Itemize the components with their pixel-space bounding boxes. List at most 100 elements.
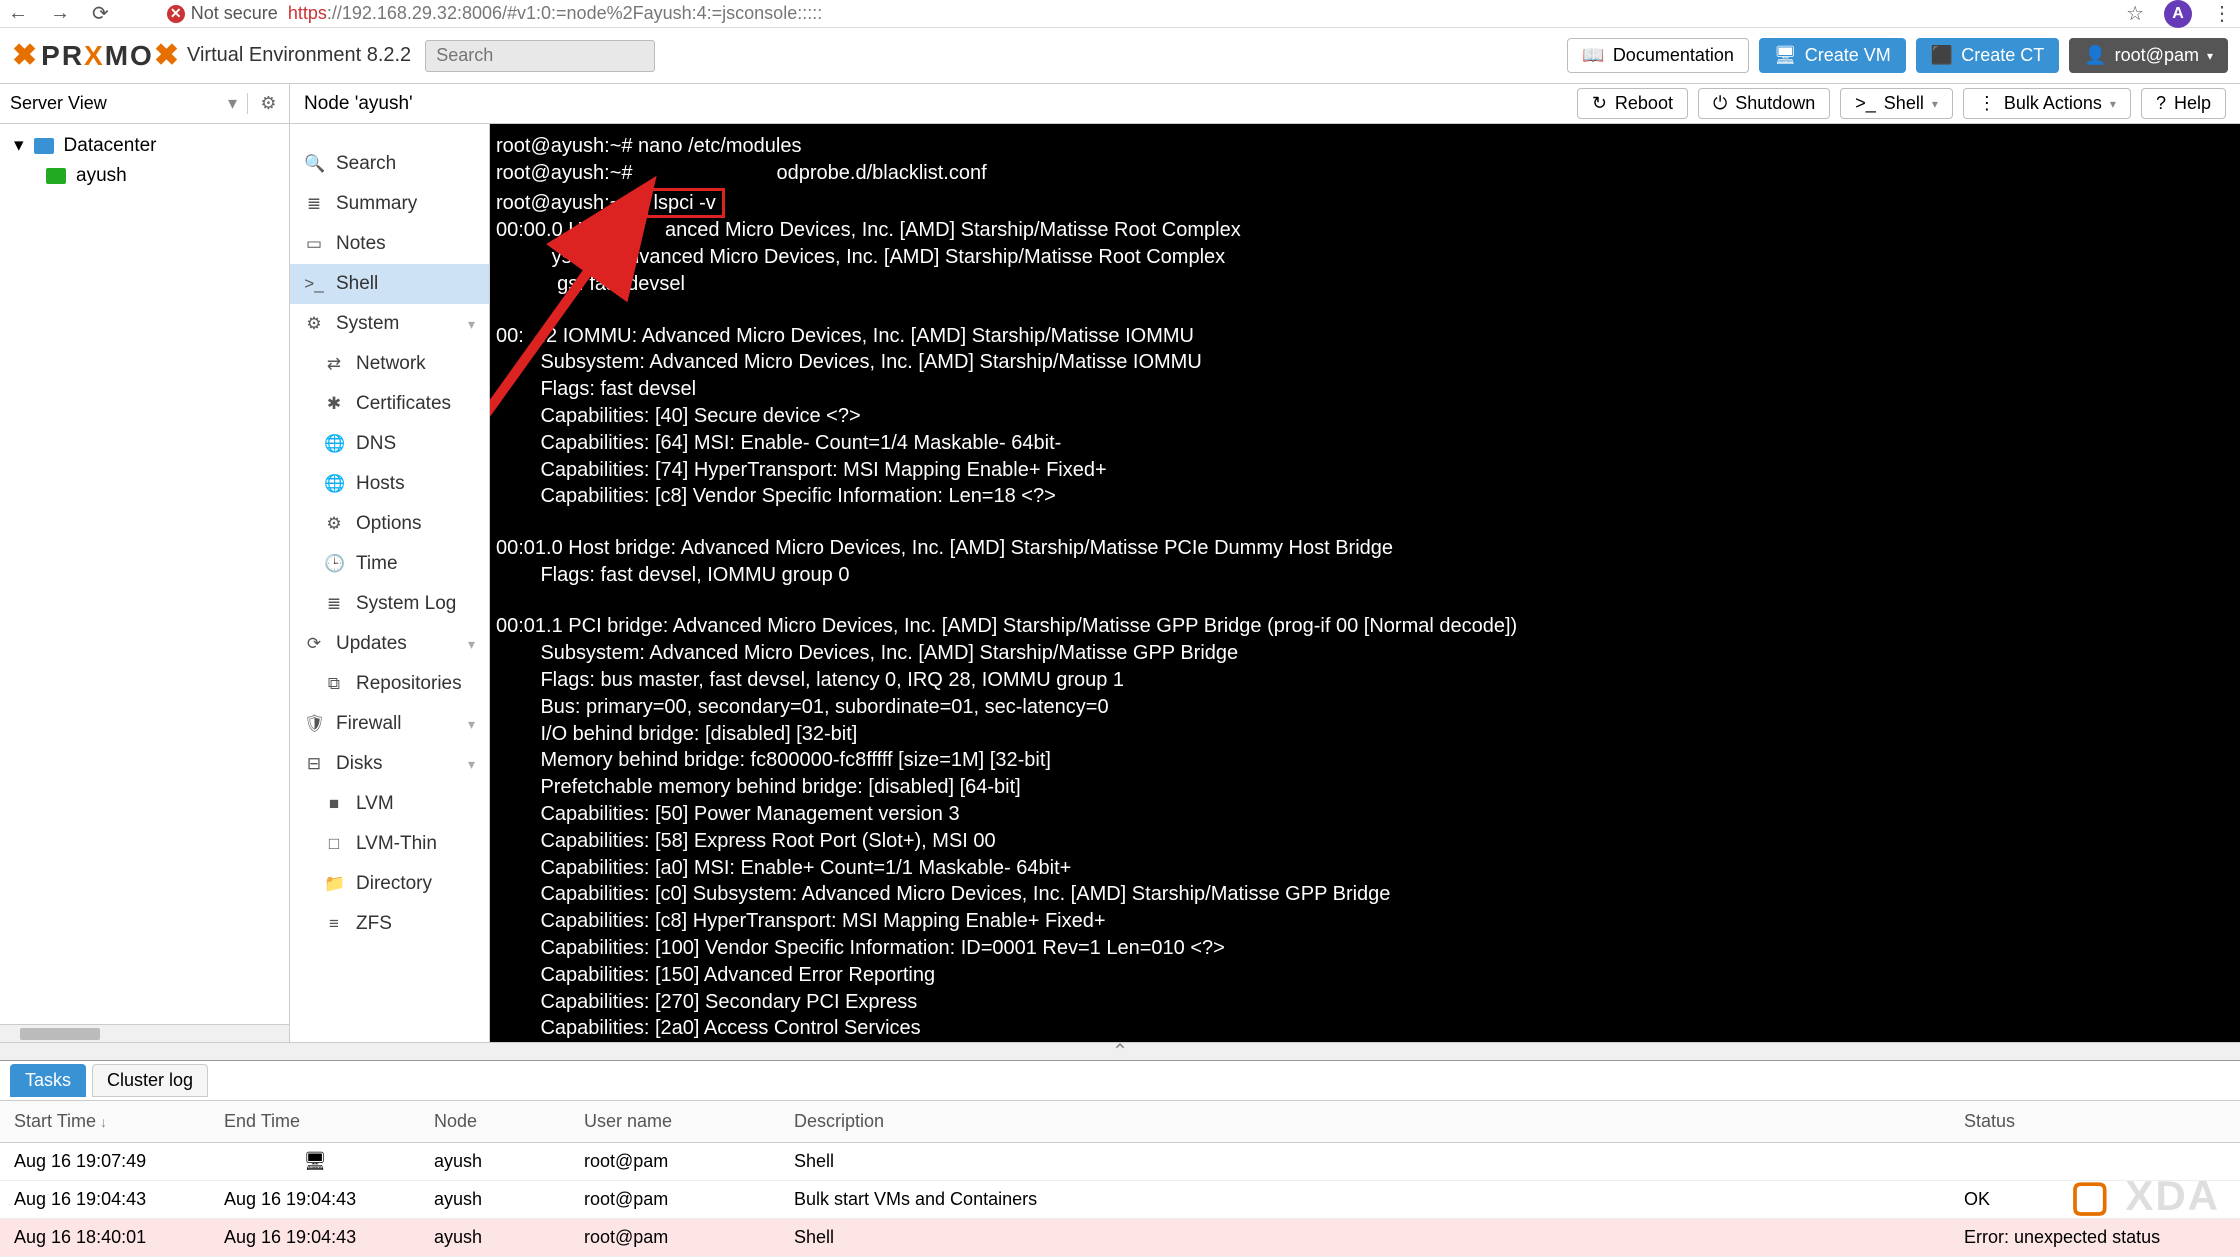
menu-notes[interactable]: ▭Notes [290,224,489,264]
square-outline-icon: □ [324,834,344,854]
back-icon[interactable]: ← [8,2,28,25]
cert-icon: ✱ [324,394,344,414]
menu-disks[interactable]: ⊟Disks▾ [290,744,489,784]
url-bar[interactable]: https://192.168.29.32:8006/#v1:0:=node%2… [288,3,822,24]
chevron-down-icon: ▾ [468,756,475,773]
table-row[interactable]: Aug 16 19:07:49🖥ayushroot@pamShell [0,1143,2240,1181]
datacenter-icon [34,138,54,154]
menu-icon[interactable]: ⋮ [2212,1,2232,26]
menu-search[interactable]: 🔍Search [290,144,489,184]
left-panel: Server View ▾ ⚙ ▾ Datacenter ayush [0,84,290,1042]
terminal-icon: >_ [304,274,324,294]
shell-console[interactable]: root@ayush:~# nano /etc/modules root@ayu… [490,124,2240,1042]
reboot-icon: ↻ [1592,93,1607,114]
monitor-icon: 🖥 [1774,45,1797,66]
tree-datacenter[interactable]: ▾ Datacenter [0,130,289,161]
logo-x-icon: ✖ [12,38,37,73]
gear-icon: ⚙ [324,514,344,534]
menu-lvm-thin[interactable]: □LVM-Thin [290,824,489,864]
url-path: ://192.168.29.32:8006/#v1:0:=node%2Fayus… [327,3,822,23]
menu-hosts[interactable]: 🌐Hosts [290,464,489,504]
layers-icon: ≡ [324,914,344,934]
sort-down-icon: ↓ [100,1114,107,1130]
terminal-icon: >_ [1855,93,1876,114]
server-view-label: Server View [10,93,107,114]
gear-icon[interactable]: ⚙ [247,93,279,114]
chevron-down-icon: ▾ [468,316,475,333]
square-icon: ■ [324,794,344,814]
not-secure-icon: ✕ [167,5,185,23]
menu-lvm[interactable]: ■LVM [290,784,489,824]
user-icon: 👤 [2084,45,2106,66]
menu-time[interactable]: 🕒Time [290,544,489,584]
menu-system[interactable]: ⚙System▾ [290,304,489,344]
table-row[interactable]: Aug 16 19:04:43Aug 16 19:04:43ayushroot@… [0,1181,2240,1219]
menu-zfs[interactable]: ≡ZFS [290,904,489,944]
user-menu-button[interactable]: 👤root@pam▾ [2069,38,2228,73]
col-user[interactable]: User name [570,1101,780,1143]
star-icon[interactable]: ☆ [2126,1,2144,26]
server-view-header[interactable]: Server View ▾ ⚙ [0,84,289,124]
col-end-time[interactable]: End Time [210,1101,420,1143]
create-vm-button[interactable]: 🖥Create VM [1759,38,1906,73]
clock-icon: 🕒 [324,554,344,574]
chevron-down-icon: ▾ [1932,97,1938,111]
not-secure-label: Not secure [191,3,278,24]
avatar[interactable]: A [2164,0,2192,28]
tree-node-ayush[interactable]: ayush [0,161,289,191]
tree-label: ayush [76,165,127,187]
shutdown-button[interactable]: ⏻Shutdown [1698,88,1830,119]
create-ct-button[interactable]: ⬛Create CT [1916,38,2059,73]
network-icon: ⇄ [324,354,344,374]
help-button[interactable]: ?Help [2141,88,2226,119]
table-row[interactable]: Aug 16 18:40:01Aug 16 19:04:43ayushroot@… [0,1219,2240,1257]
menu-options[interactable]: ⚙Options [290,504,489,544]
splitter[interactable]: ⌃ [0,1042,2240,1060]
menu-updates[interactable]: ⟳Updates▾ [290,624,489,664]
reload-icon[interactable]: ⟳ [92,1,109,26]
tree-label: Datacenter [64,135,157,157]
col-start-time[interactable]: Start Time↓ [0,1101,210,1143]
shell-button[interactable]: >_Shell▾ [1840,88,1953,119]
env-label: Virtual Environment 8.2.2 [187,44,411,67]
disk-icon: ⊟ [304,754,324,774]
search-input[interactable] [425,40,655,72]
refresh-icon: ⟳ [304,634,324,654]
folder-icon: 📁 [324,874,344,894]
documentation-button[interactable]: 📖Documentation [1567,38,1749,73]
h-scrollbar[interactable] [0,1024,289,1042]
book-icon: 📖 [1582,45,1604,66]
logo[interactable]: ✖ PRXMO✖ [12,38,181,73]
not-secure-badge[interactable]: ✕ Not secure [167,3,278,24]
menu-network[interactable]: ⇄Network [290,344,489,384]
server-icon [46,168,66,184]
tab-tasks[interactable]: Tasks [10,1064,86,1097]
chevron-down-icon: ▾ [2207,49,2213,63]
list-icon: ≣ [304,194,324,214]
forward-icon[interactable]: → [50,2,70,25]
box-icon: ⧉ [324,674,344,694]
menu-dns[interactable]: 🌐DNS [290,424,489,464]
monitor-icon: 🖥 [304,1151,327,1171]
menu-syslog[interactable]: ≣System Log [290,584,489,624]
url-protocol: https [288,3,327,23]
menu-repositories[interactable]: ⧉Repositories [290,664,489,704]
list-icon: ≣ [324,594,344,614]
menu-shell[interactable]: >_Shell [290,264,489,304]
menu-certificates[interactable]: ✱Certificates [290,384,489,424]
tree: ▾ Datacenter ayush [0,124,289,197]
col-description[interactable]: Description [780,1101,1950,1143]
node-title: Node 'ayush' [304,93,413,115]
menu-summary[interactable]: ≣Summary [290,184,489,224]
menu-firewall[interactable]: 🛡Firewall▾ [290,704,489,744]
bottom-panel: Tasks Cluster log Start Time↓ End Time N… [0,1060,2240,1257]
bulk-actions-button[interactable]: ⋮Bulk Actions▾ [1963,88,2131,119]
chevron-down-icon[interactable]: ▾ [228,93,237,114]
menu-directory[interactable]: 📁Directory [290,864,489,904]
col-status[interactable]: Status [1950,1101,2240,1143]
tab-cluster-log[interactable]: Cluster log [92,1064,208,1097]
cube-icon: ⬛ [1931,45,1953,66]
reboot-button[interactable]: ↻Reboot [1577,88,1688,119]
col-node[interactable]: Node [420,1101,570,1143]
task-table: Start Time↓ End Time Node User name Desc… [0,1101,2240,1257]
